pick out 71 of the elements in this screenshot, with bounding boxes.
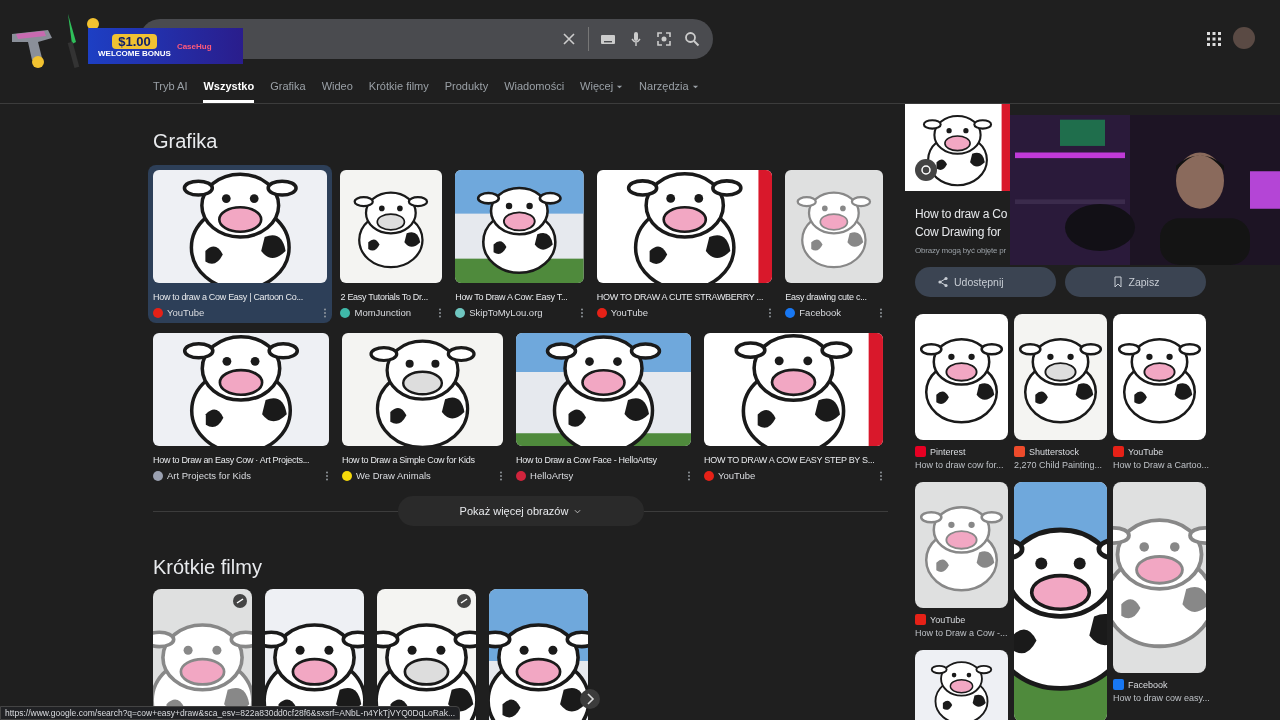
apps-grid-icon[interactable] <box>1205 30 1223 48</box>
camera-search-icon[interactable] <box>655 30 673 48</box>
bookmark-icon <box>1111 276 1124 288</box>
bonus-label: WELCOME BONUS <box>98 49 171 58</box>
source-name: Pinterest <box>930 446 966 457</box>
section-heading: Grafika <box>153 130 219 153</box>
tab[interactable]: Wideo <box>321 80 353 103</box>
status-url: https://www.google.com/search?q=cow+easy+draw&sca_esv=822a830dd0cf28f6&sxsrf=ANbL-n4YkTjVYQ0DqLoRak... <box>0 706 461 720</box>
tab[interactable]: Wiadomości <box>504 80 565 103</box>
source-name: Facebook <box>799 307 843 318</box>
image-result[interactable]: How to draw a Cow Easy | Cartoon Co... YouTube <box>148 165 333 323</box>
source-name: YouTube <box>610 307 650 318</box>
more-options-icon[interactable] <box>879 470 883 481</box>
source-name: Shutterstock <box>1029 446 1080 457</box>
tab[interactable]: Tryb AI <box>153 80 188 103</box>
image-result[interactable]: How To Draw A Cow: Easy T... SkipToMyLou.org <box>450 165 589 323</box>
image-result[interactable]: Easy drawing cute c... Facebook <box>780 165 888 323</box>
bonus-amount: $1.00 <box>112 34 157 49</box>
result-title[interactable]: How to Draw an Easy Cow · Art Projects... <box>153 454 329 466</box>
more-options-icon[interactable] <box>687 470 692 481</box>
source-name: YouTube <box>167 307 206 318</box>
more-options-icon[interactable] <box>325 470 329 481</box>
more-options-icon[interactable] <box>323 307 328 318</box>
source-name: YouTube <box>1128 446 1164 457</box>
copyright-notice: Obrazy mogą być objęte pr <box>915 246 1008 255</box>
more-options-icon[interactable] <box>499 470 504 481</box>
more-options-icon[interactable] <box>579 307 584 318</box>
tab[interactable]: Więcej <box>580 80 624 103</box>
save-button[interactable]: Zapisz <box>1065 267 1206 297</box>
result-title[interactable]: 2 Easy Tutorials To Dr... <box>340 291 443 303</box>
source-name: HelloArtsy <box>530 470 575 481</box>
source-name: YouTube <box>930 614 966 625</box>
source-name: MomJunction <box>354 307 412 318</box>
search-icon[interactable] <box>683 30 701 48</box>
source-name: Art Projects for Kids <box>167 470 252 481</box>
section-heading: Krótkie filmy <box>153 556 263 579</box>
result-title[interactable]: How to draw cow for... <box>915 460 1008 470</box>
more-options-icon[interactable] <box>879 307 883 318</box>
result-title[interactable]: How to Draw a Cow -... <box>915 628 1008 638</box>
source-name: Facebook <box>1128 679 1168 690</box>
tab[interactable]: Produkty <box>444 80 489 103</box>
share-button[interactable]: Udostępnij <box>915 267 1056 297</box>
image-result[interactable]: 2 Easy Tutorials To Dr... MomJunction <box>335 165 448 323</box>
panel-title: Cow Drawing for <box>915 224 1002 241</box>
tab[interactable]: Wszystko <box>203 80 255 103</box>
result-title[interactable]: HOW TO DRAW A COW EASY STEP BY S... <box>704 454 883 466</box>
source-name: YouTube <box>718 470 757 481</box>
source-name: SkipToMyLou.org <box>469 307 544 318</box>
image-result[interactable]: How to Draw a Cow Face - HelloArtsy HelloArtsy <box>511 328 697 486</box>
image-result[interactable]: HOW TO DRAW A CUTE STRAWBERRY ... YouTube <box>591 165 778 323</box>
result-title[interactable]: How to Draw a Cow Face - HelloArtsy <box>516 454 692 466</box>
image-result[interactable]: HOW TO DRAW A COW EASY STEP BY S... YouTube <box>699 328 888 486</box>
result-title[interactable]: 2,270 Child Painting... <box>1014 460 1107 470</box>
share-icon <box>937 276 949 288</box>
panel-title: How to draw a Co <box>915 206 1009 223</box>
result-title[interactable]: HOW TO DRAW A CUTE STRAWBERRY ... <box>596 291 773 303</box>
more-options-icon[interactable] <box>768 307 773 318</box>
tab[interactable]: Grafika <box>270 80 306 103</box>
result-title[interactable]: Easy drawing cute c... <box>785 291 883 303</box>
source-name: We Draw Animals <box>356 470 432 481</box>
image-result[interactable]: How to Draw an Easy Cow · Art Projects... Art Projects for Kids <box>148 328 334 486</box>
result-title[interactable]: How To Draw A Cow: Easy T... <box>455 291 584 303</box>
show-more-button[interactable]: Pokaż więcej obrazów <box>397 496 644 526</box>
result-title[interactable]: How to Draw a Simple Cow for Kids <box>342 454 504 466</box>
image-result[interactable]: How to Draw a Simple Cow for Kids We Draw Animals <box>337 328 509 486</box>
more-options-icon[interactable] <box>438 307 443 318</box>
chevron-icon <box>574 507 582 515</box>
tab[interactable]: Narzędzia <box>639 80 699 103</box>
result-title[interactable]: How to draw a Cow Easy | Cartoon Co... <box>153 291 328 303</box>
brand-logo: CaseHug <box>176 41 212 51</box>
tab[interactable]: Krótkie filmy <box>368 80 429 103</box>
